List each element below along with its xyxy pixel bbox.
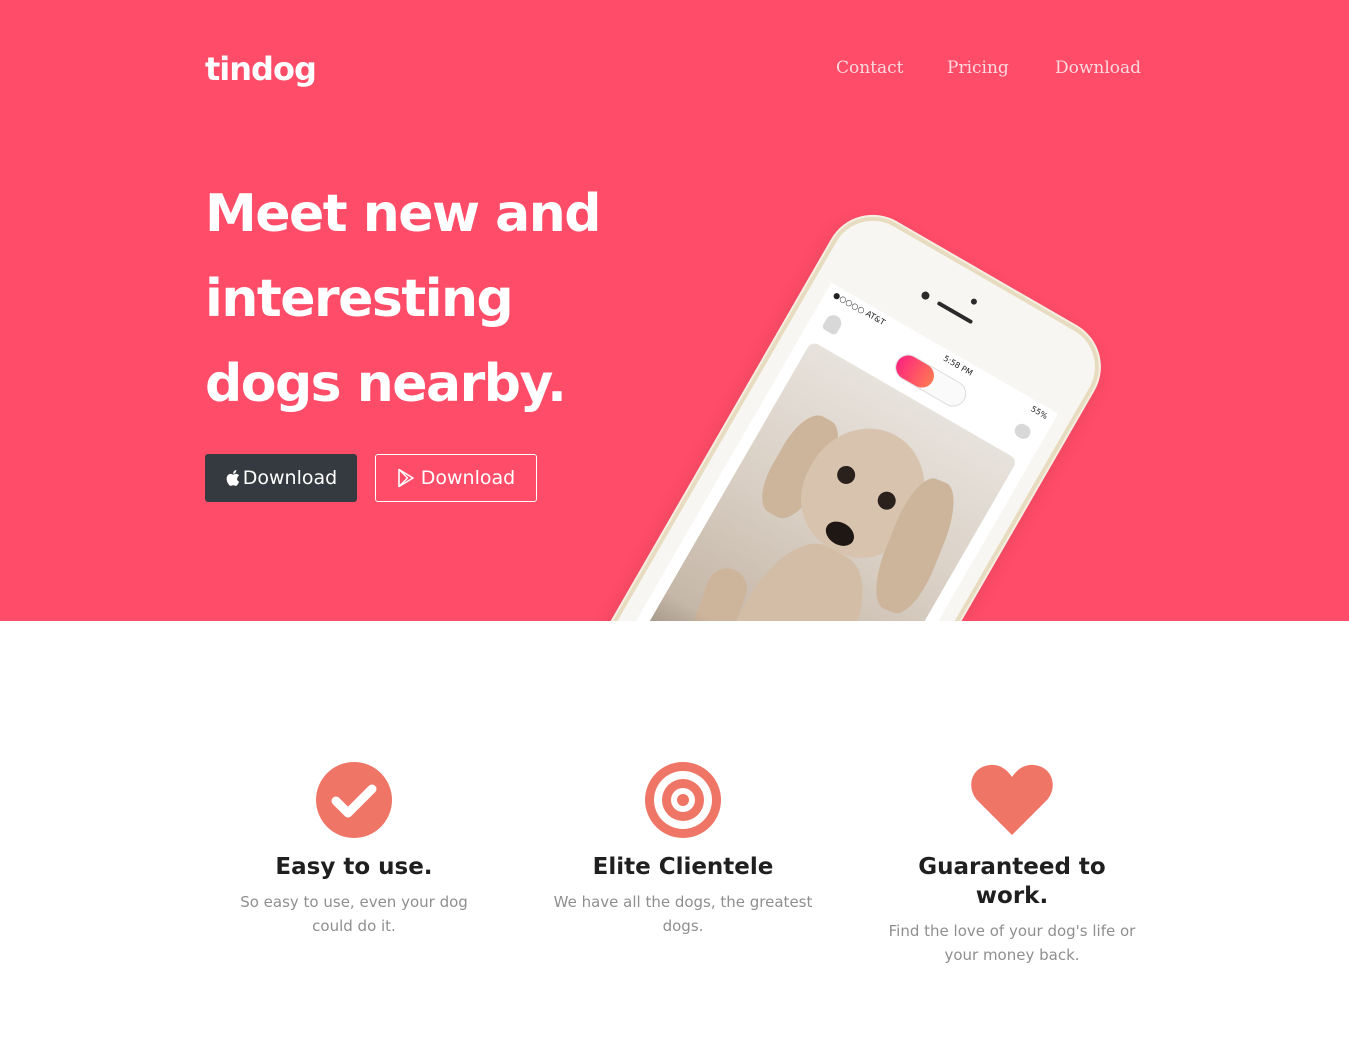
feature-text: Find the love of your dog's life or your…	[888, 922, 1136, 964]
phone-sensor	[969, 297, 979, 306]
flame-icon	[891, 351, 939, 392]
feature-title: Elite Clientele	[592, 854, 774, 880]
google-play-download-label: Download	[420, 467, 516, 489]
headline-line-2: interesting	[205, 269, 514, 329]
phone-speaker	[936, 300, 974, 325]
apple-download-label: Download	[242, 467, 338, 489]
apple-download-button[interactable]: Download	[205, 454, 357, 502]
hero-headline: Meet new and interesting dogs nearby.	[205, 172, 685, 427]
features-section: Easy to use. So easy to use, even your d…	[0, 621, 1349, 1039]
top-nav: Contact Pricing Download	[0, 58, 1349, 88]
chat-icon	[1012, 421, 1034, 442]
headline-line-3: dogs nearby.	[205, 354, 567, 414]
feature-elite-clientele: Elite Clientele We have all the dogs, th…	[553, 761, 813, 938]
bullseye-icon	[553, 761, 813, 839]
google-play-download-button[interactable]: Download	[375, 454, 537, 502]
phone-battery: 55%	[1029, 404, 1050, 421]
check-circle-icon	[225, 761, 483, 839]
phone-camera	[919, 290, 931, 302]
feature-easy-to-use: Easy to use. So easy to use, even your d…	[225, 761, 483, 938]
nav-link-contact[interactable]: Contact	[836, 58, 904, 78]
apple-icon	[225, 469, 240, 487]
nav-link-download[interactable]: Download	[1055, 58, 1141, 78]
headline-line-1: Meet new and	[205, 184, 602, 244]
google-play-icon	[397, 468, 415, 488]
heart-icon	[882, 761, 1142, 839]
feature-text: We have all the dogs, the greatest dogs.	[553, 893, 813, 935]
hero-section: tindog Contact Pricing Download Meet new…	[0, 0, 1349, 621]
feature-text: So easy to use, even your dog could do i…	[240, 893, 468, 935]
feature-guaranteed: Guaranteed to work. Find the love of you…	[882, 761, 1142, 967]
feature-title: Guaranteed to work.	[918, 854, 1106, 909]
nav-link-pricing[interactable]: Pricing	[947, 58, 1009, 78]
profile-icon	[821, 312, 845, 336]
feature-title: Easy to use.	[275, 854, 433, 880]
